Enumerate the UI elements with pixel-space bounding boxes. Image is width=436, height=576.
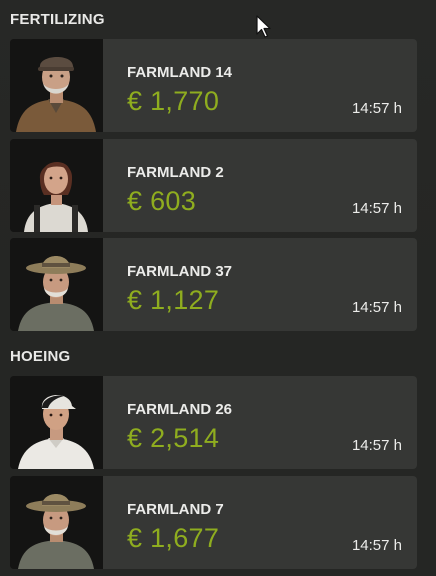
section-title-hoeing: HOEING [10, 348, 71, 365]
job-card-farmland-7[interactable]: FARMLAND 7 € 1,677 14:57 h [10, 476, 417, 569]
job-card-farmland-2[interactable]: FARMLAND 2 € 603 14:57 h [10, 139, 417, 232]
job-time: 14:57 h [351, 200, 402, 217]
job-time: 14:57 h [351, 100, 402, 117]
farmland-label: FARMLAND 26 [127, 401, 233, 418]
farmland-label: FARMLAND 2 [127, 164, 224, 181]
old-man-straw-hat-icon [10, 238, 103, 331]
mouse-cursor-icon [256, 15, 272, 44]
section-title-fertilizing: FERTILIZING [10, 11, 105, 28]
old-man-straw-hat-icon [10, 476, 103, 569]
contracts-panel: FERTILIZING FARMLAND 14 € 1,770 14:57 h [0, 0, 436, 576]
job-time: 14:57 h [351, 437, 402, 454]
job-price: € 1,677 [127, 523, 220, 553]
job-price: € 1,770 [127, 86, 220, 116]
job-card-farmland-37[interactable]: FARMLAND 37 € 1,127 14:57 h [10, 238, 417, 331]
young-man-cap-icon [10, 376, 103, 469]
job-card-farmland-14[interactable]: FARMLAND 14 € 1,770 14:57 h [10, 39, 417, 132]
farmland-label: FARMLAND 7 [127, 501, 224, 518]
farmland-label: FARMLAND 14 [127, 64, 233, 81]
job-price: € 2,514 [127, 423, 220, 453]
job-price: € 603 [127, 186, 197, 216]
job-price: € 1,127 [127, 285, 220, 315]
farmland-label: FARMLAND 37 [127, 263, 233, 280]
old-man-flat-cap-icon [10, 39, 103, 132]
job-card-farmland-26[interactable]: FARMLAND 26 € 2,514 14:57 h [10, 376, 417, 469]
young-woman-overalls-icon [10, 139, 103, 232]
job-time: 14:57 h [351, 537, 402, 554]
job-time: 14:57 h [351, 299, 402, 316]
